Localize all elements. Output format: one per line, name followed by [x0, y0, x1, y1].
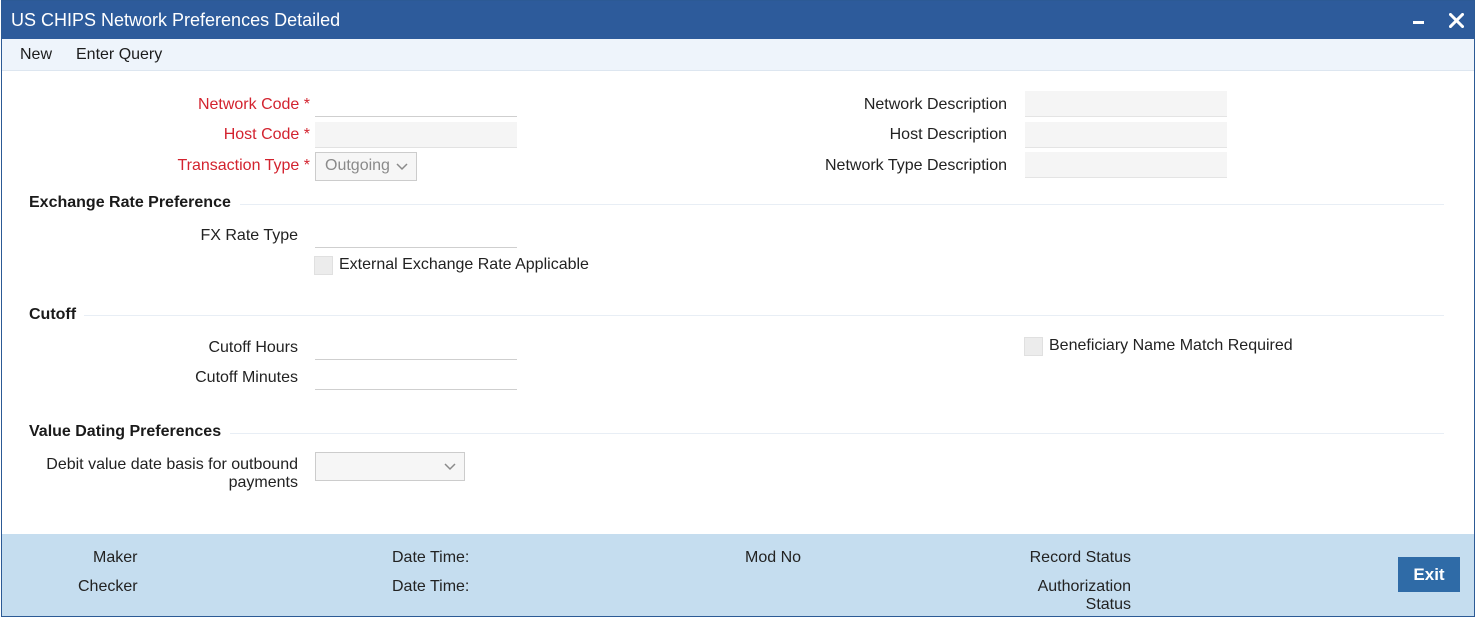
host-description-field: [1025, 122, 1227, 148]
transaction-type-label-text: Transaction Type: [177, 157, 300, 174]
checker-label: Checker: [78, 578, 138, 595]
transaction-type-select[interactable]: Outgoing: [315, 152, 417, 181]
debit-value-date-basis-select[interactable]: [315, 452, 465, 481]
value-dating-section-heading: Value Dating Preferences: [29, 423, 222, 440]
chevron-down-icon: [396, 163, 408, 171]
cutoff-hours-label: Cutoff Hours: [208, 339, 298, 356]
network-code-label-text: Network Code: [197, 96, 300, 113]
section-divider: [84, 315, 1444, 316]
maker-date-time-label: Date Time:: [392, 549, 470, 566]
external-exchange-rate-label: External Exchange Rate Applicable: [339, 256, 589, 273]
minimize-icon: [1413, 21, 1424, 24]
network-type-description-field: [1025, 152, 1227, 178]
close-icon: [1449, 13, 1464, 28]
network-type-description-label: Network Type Description: [825, 157, 1007, 174]
host-code-input[interactable]: [315, 122, 517, 148]
cutoff-minutes-input[interactable]: [315, 364, 517, 390]
beneficiary-name-match-checkbox[interactable]: [1024, 337, 1043, 356]
network-code-input[interactable]: [315, 91, 517, 117]
record-status-label: Record Status: [1029, 549, 1131, 566]
mod-no-label: Mod No: [745, 549, 802, 566]
minimize-button[interactable]: [1408, 7, 1432, 33]
host-code-label: Host Code *: [224, 126, 310, 144]
dialog-window: US CHIPS Network Preferences Detailed Ne…: [1, 0, 1475, 617]
fx-rate-type-label: FX Rate Type: [200, 227, 298, 244]
network-code-label: Network Code *: [198, 96, 310, 114]
window-title: US CHIPS Network Preferences Detailed: [11, 10, 341, 30]
close-button[interactable]: [1445, 7, 1469, 33]
cutoff-section-heading: Cutoff: [29, 306, 77, 323]
debit-value-date-basis-label: Debit value date basis for outbound paym…: [46, 456, 298, 492]
fx-rate-type-input[interactable]: [315, 222, 517, 248]
exit-button[interactable]: Exit: [1398, 557, 1460, 592]
required-marker: *: [303, 126, 310, 143]
cutoff-minutes-label: Cutoff Minutes: [195, 369, 298, 386]
transaction-type-value: Outgoing: [325, 157, 390, 174]
debit-value-date-basis-label-line1: Debit value date basis for outbound: [46, 456, 298, 473]
section-divider: [240, 204, 1444, 205]
cutoff-hours-input[interactable]: [315, 334, 517, 360]
debit-value-date-basis-label-line2: payments: [228, 474, 298, 491]
authorization-status-line1: Authorization: [1037, 578, 1131, 595]
menu-bar: New Enter Query: [2, 39, 1474, 71]
maker-label: Maker: [93, 549, 138, 566]
menu-new[interactable]: New: [20, 46, 52, 64]
beneficiary-name-match-label: Beneficiary Name Match Required: [1049, 337, 1293, 354]
section-divider: [230, 433, 1444, 434]
host-code-label-text: Host Code: [223, 126, 300, 143]
audit-footer: Maker Checker Date Time: Date Time: Mod …: [2, 534, 1474, 616]
menu-enter-query[interactable]: Enter Query: [76, 46, 162, 64]
authorization-status-label: Authorization Status: [1038, 578, 1131, 614]
checker-date-time-label: Date Time:: [392, 578, 470, 595]
host-description-label: Host Description: [889, 126, 1007, 143]
title-bar[interactable]: US CHIPS Network Preferences Detailed: [2, 1, 1474, 39]
chevron-down-icon: [444, 463, 456, 471]
network-description-label: Network Description: [863, 96, 1007, 113]
required-marker: *: [303, 157, 310, 174]
required-marker: *: [303, 96, 310, 113]
network-description-field: [1025, 91, 1227, 117]
exchange-rate-section-heading: Exchange Rate Preference: [29, 194, 231, 211]
external-exchange-rate-checkbox[interactable]: [314, 256, 333, 275]
authorization-status-line2: Status: [1085, 596, 1131, 613]
transaction-type-label: Transaction Type *: [177, 157, 310, 175]
